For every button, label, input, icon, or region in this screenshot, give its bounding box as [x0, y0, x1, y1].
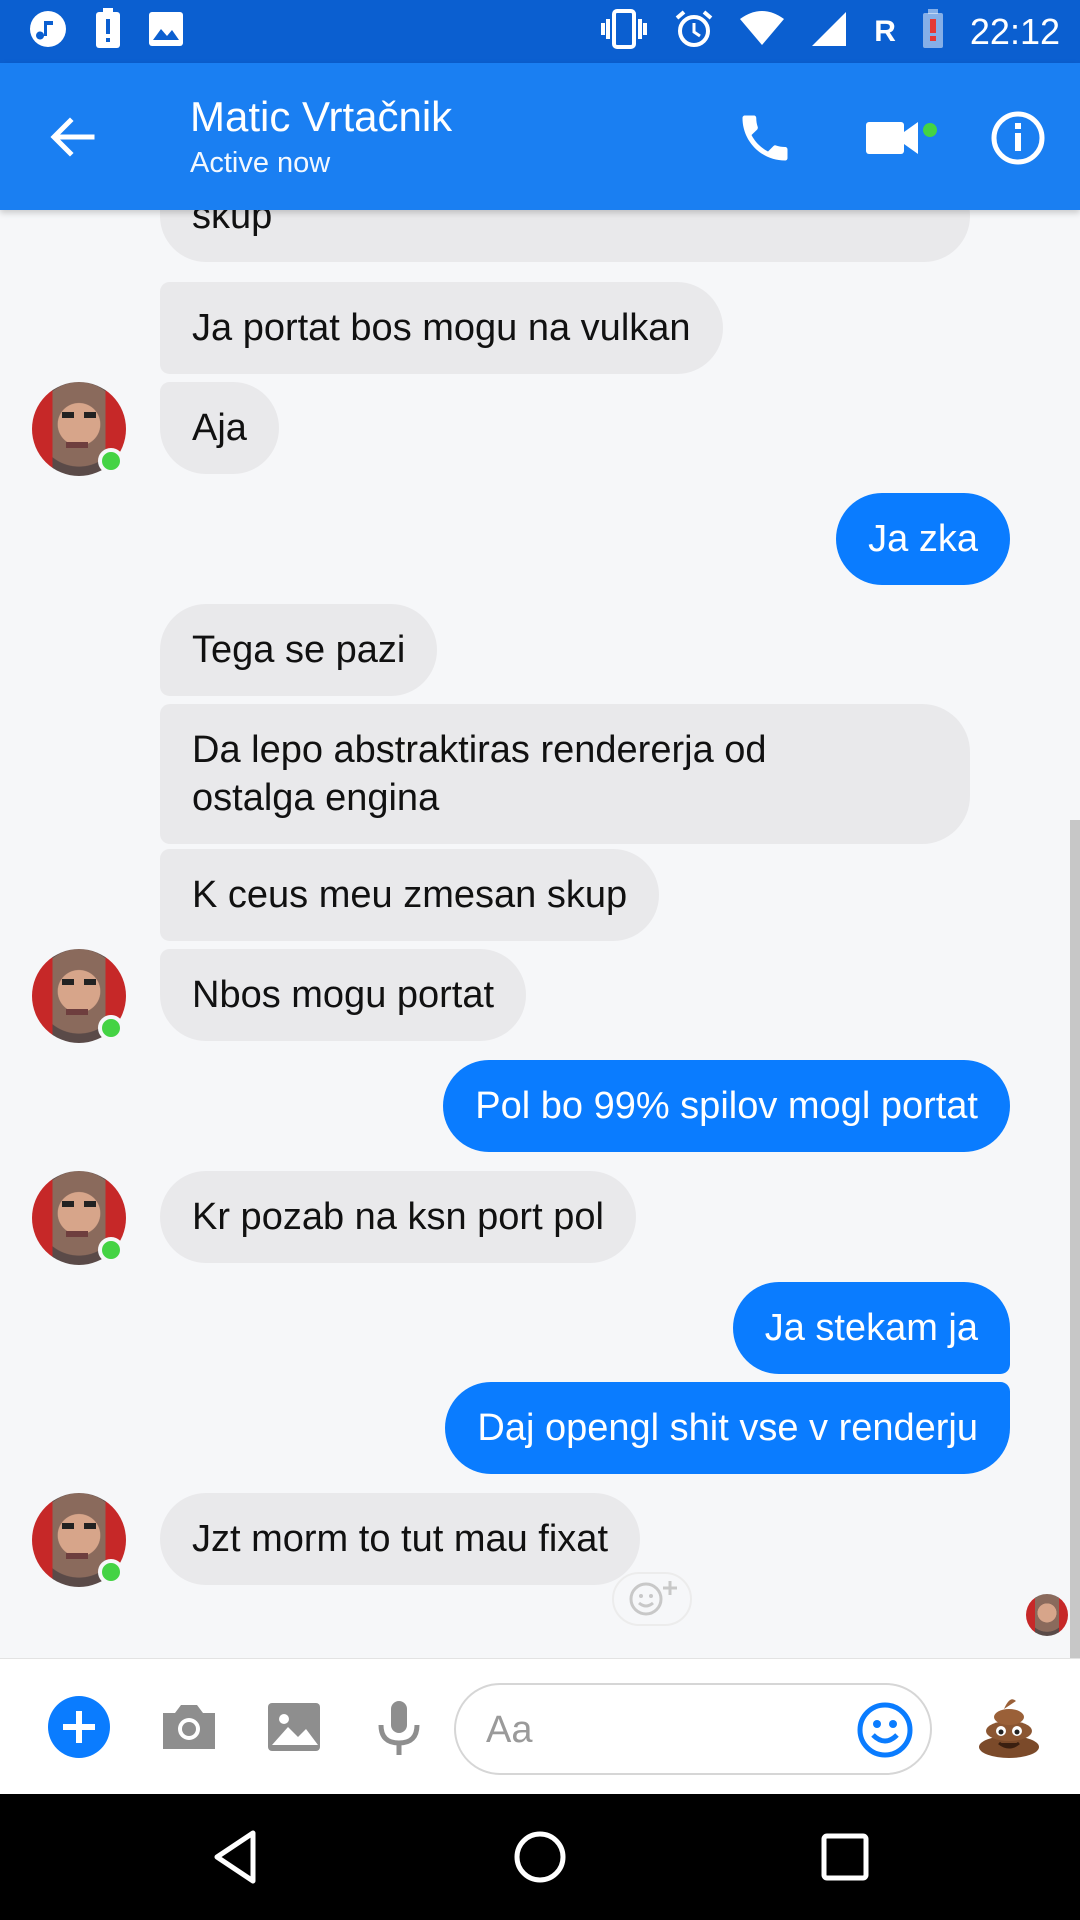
phone-icon[interactable] — [735, 108, 795, 168]
message-bubble-outgoing[interactable]: Ja zka — [836, 493, 1010, 585]
home-icon[interactable] — [510, 1827, 570, 1887]
recents-icon[interactable] — [815, 1827, 875, 1887]
back-icon[interactable] — [205, 1827, 265, 1887]
message-bubble-incoming[interactable]: Ja portat bos mogu na vulkan — [160, 282, 723, 374]
add-reaction-icon — [622, 1577, 682, 1622]
image-icon — [148, 11, 184, 52]
poop-emoji-icon[interactable] — [974, 1691, 1044, 1761]
gallery-icon[interactable] — [262, 1695, 326, 1759]
info-icon[interactable] — [988, 108, 1048, 168]
message-bubble-incoming[interactable]: Jzt morm to tut mau fixat — [160, 1493, 640, 1585]
conversation-header: Matic Vrtačnik Active now — [0, 63, 1080, 210]
contact-info[interactable]: Matic Vrtačnik Active now — [190, 91, 452, 183]
message-bubble-incoming[interactable]: Aja — [160, 382, 279, 474]
message-bubble-outgoing[interactable]: Pol bo 99% spilov mogl portat — [443, 1060, 1010, 1152]
message-input-box[interactable] — [454, 1683, 932, 1775]
message-input[interactable] — [484, 1703, 844, 1757]
message-bubble-incoming[interactable]: K ceus meu zmesan skup — [160, 849, 660, 941]
message-bubble-incoming[interactable]: Nbos mogu portat — [160, 949, 527, 1041]
back-arrow-icon[interactable] — [48, 113, 96, 161]
contact-name: Matic Vrtačnik — [190, 93, 453, 140]
composer — [0, 1658, 1080, 1794]
roaming-indicator: R — [874, 14, 896, 48]
online-indicator — [98, 448, 124, 474]
scrollbar[interactable] — [1070, 820, 1080, 1658]
battery-alert-icon — [94, 8, 122, 55]
video-camera-icon[interactable] — [862, 108, 942, 168]
add-reaction-button[interactable] — [612, 1572, 692, 1626]
message-list[interactable]: skup Ja portat bos mogu na vulkan Aja Ja… — [0, 210, 1080, 1658]
signal-icon — [810, 10, 848, 53]
alarm-icon — [674, 9, 714, 54]
message-bubble-incoming[interactable]: Da lepo abstraktiras rendererja od ostal… — [160, 704, 970, 844]
status-bar: R 22:12 — [0, 0, 1080, 63]
music-icon — [28, 9, 68, 54]
camera-icon[interactable] — [157, 1695, 221, 1759]
message-bubble-outgoing[interactable]: Ja stekam ja — [732, 1282, 1010, 1374]
status-time: 22:12 — [969, 10, 1060, 52]
system-navigation-bar — [0, 1794, 1080, 1920]
microphone-icon[interactable] — [367, 1695, 431, 1759]
plus-icon[interactable] — [47, 1695, 111, 1759]
wifi-icon — [740, 11, 785, 52]
battery-low-icon — [922, 9, 944, 54]
message-bubble-incoming[interactable]: skup — [160, 210, 970, 262]
message-bubble-outgoing[interactable]: Daj opengl shit vse v renderju — [445, 1382, 1010, 1474]
emoji-icon[interactable] — [856, 1701, 914, 1764]
vibrate-icon — [600, 9, 648, 54]
seen-avatar — [1026, 1594, 1068, 1636]
online-indicator — [98, 1015, 124, 1041]
message-bubble-incoming[interactable]: Tega se pazi — [160, 604, 438, 696]
message-bubble-incoming[interactable]: Kr pozab na ksn port pol — [160, 1171, 636, 1263]
online-indicator — [98, 1559, 124, 1585]
online-indicator — [98, 1237, 124, 1263]
contact-status: Active now — [190, 147, 331, 179]
